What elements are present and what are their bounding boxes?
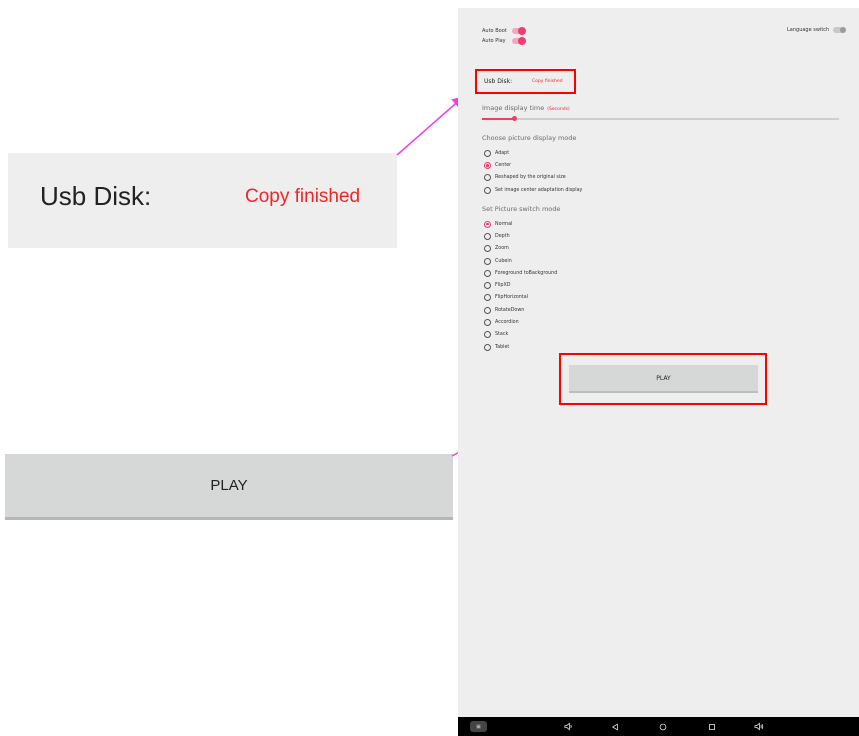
radio-checked-icon[interactable] — [484, 220, 491, 228]
radio-option-label: Set image center adaptation display — [495, 187, 583, 193]
radio-option-label: Foreground toBackground — [495, 270, 558, 276]
radio-option[interactable]: Center — [484, 159, 582, 171]
radio-option[interactable]: Normal — [484, 218, 557, 230]
radio-unchecked-icon[interactable] — [484, 306, 491, 314]
system-navigation-bar: ▣ — [458, 717, 859, 736]
play-zoom-callout: PLAY — [5, 454, 453, 520]
radio-option-label: Depth — [495, 233, 510, 239]
device-screen: Auto Boot Auto Play Language switch Usb … — [458, 8, 859, 736]
radio-unchecked-icon[interactable] — [484, 186, 491, 194]
radio-option-label: RotateDown — [495, 307, 525, 313]
radio-option[interactable]: Reshaped by the original size — [484, 172, 582, 184]
auto-play-row: Auto Play — [482, 36, 526, 45]
radio-checked-icon[interactable] — [484, 161, 491, 169]
recents-icon[interactable] — [705, 717, 719, 736]
radio-unchecked-icon[interactable] — [484, 245, 491, 253]
screenshot-root: Usb Disk: Copy finished PLAY Auto Boot A… — [0, 0, 859, 736]
usb-disk-status-box: Usb Disk: Copy finished — [475, 69, 576, 94]
switch-knob — [840, 27, 847, 33]
usb-disk-label: Usb Disk: — [484, 78, 513, 85]
play-button-label: PLAY — [656, 374, 671, 382]
radio-option-label: Adapt — [495, 150, 510, 156]
radio-unchecked-icon[interactable] — [484, 294, 491, 302]
radio-option-label: Zoom — [495, 246, 509, 252]
display-mode-radio-group: Adapt Center Reshaped by the original size… — [484, 147, 582, 196]
usb-callout-arrow — [396, 96, 465, 156]
radio-unchecked-icon[interactable] — [484, 174, 491, 182]
radio-unchecked-icon[interactable] — [484, 343, 491, 351]
usb-disk-status: Copy finished — [532, 79, 563, 84]
radio-option[interactable]: Accordion — [484, 316, 557, 328]
auto-boot-row: Auto Boot — [482, 26, 526, 35]
auto-boot-label: Auto Boot — [482, 28, 507, 34]
radio-option[interactable]: FlipXD — [484, 279, 557, 291]
volume-up-icon[interactable] — [752, 717, 766, 736]
language-switch-label: Language switch — [787, 27, 830, 33]
seconds-unit-note: (Seconds) — [547, 107, 570, 112]
radio-option-label: Center — [495, 162, 512, 168]
radio-option-label: Normal — [495, 221, 513, 227]
radio-option-label: FlipXD — [495, 283, 511, 289]
slider-fill — [482, 118, 515, 120]
home-icon[interactable] — [656, 717, 670, 736]
radio-unchecked-icon[interactable] — [484, 319, 491, 327]
radio-unchecked-icon[interactable] — [484, 331, 491, 339]
back-icon[interactable] — [608, 717, 622, 736]
auto-boot-switch[interactable] — [512, 26, 526, 35]
switch-mode-title: Set Picture switch mode — [482, 205, 561, 213]
play-zoom-label: PLAY — [210, 477, 248, 494]
radio-option[interactable]: Set image center adaptation display — [484, 184, 582, 196]
image-display-time-title: Image display time (Seconds) — [482, 104, 570, 112]
radio-unchecked-icon[interactable] — [484, 282, 491, 290]
switch-knob — [518, 36, 526, 45]
radio-option[interactable]: FlipHorizontal — [484, 292, 557, 304]
radio-unchecked-icon[interactable] — [484, 269, 491, 277]
image-display-time-slider[interactable] — [482, 115, 839, 121]
radio-unchecked-icon[interactable] — [484, 232, 491, 240]
radio-unchecked-icon[interactable] — [484, 149, 491, 157]
radio-option[interactable]: Foreground toBackground — [484, 267, 557, 279]
radio-option[interactable]: Depth — [484, 230, 557, 242]
radio-option-label: Tablet — [495, 344, 510, 350]
radio-option[interactable]: Stack — [484, 329, 557, 341]
radio-option-label: Accordion — [495, 320, 519, 326]
screenshot-icon[interactable]: ▣ — [470, 721, 487, 732]
auto-play-label: Auto Play — [482, 38, 506, 44]
auto-play-switch[interactable] — [512, 36, 526, 45]
usb-disk-zoom-label: Usb Disk: — [40, 181, 152, 211]
volume-down-icon[interactable] — [561, 717, 575, 736]
radio-option[interactable]: Adapt — [484, 147, 582, 159]
slider-thumb[interactable] — [511, 115, 517, 121]
radio-option-label: Stack — [495, 332, 509, 338]
switch-mode-radio-group: Normal Depth Zoom Cubein Foreground toBackgr… — [484, 218, 557, 353]
radio-option[interactable]: Tablet — [484, 341, 557, 353]
radio-option[interactable]: Cubein — [484, 255, 557, 267]
radio-option-label: Cubein — [495, 258, 512, 264]
radio-unchecked-icon[interactable] — [484, 257, 491, 265]
usb-disk-zoom-status: Copy finished — [245, 186, 361, 207]
radio-option[interactable]: Zoom — [484, 243, 557, 255]
switch-knob — [518, 26, 526, 35]
image-display-time-label: Image display time — [482, 104, 545, 112]
play-button[interactable]: PLAY — [569, 365, 758, 393]
radio-option-label: FlipHorizontal — [495, 295, 528, 301]
language-switch-toggle[interactable] — [833, 27, 847, 33]
radio-option[interactable]: RotateDown — [484, 304, 557, 316]
radio-option-label: Reshaped by the original size — [495, 175, 566, 181]
display-mode-title: Choose picture display mode — [482, 134, 577, 142]
language-switch-row: Language switch — [787, 27, 847, 33]
usb-disk-zoom-callout: Usb Disk: Copy finished — [8, 153, 397, 248]
